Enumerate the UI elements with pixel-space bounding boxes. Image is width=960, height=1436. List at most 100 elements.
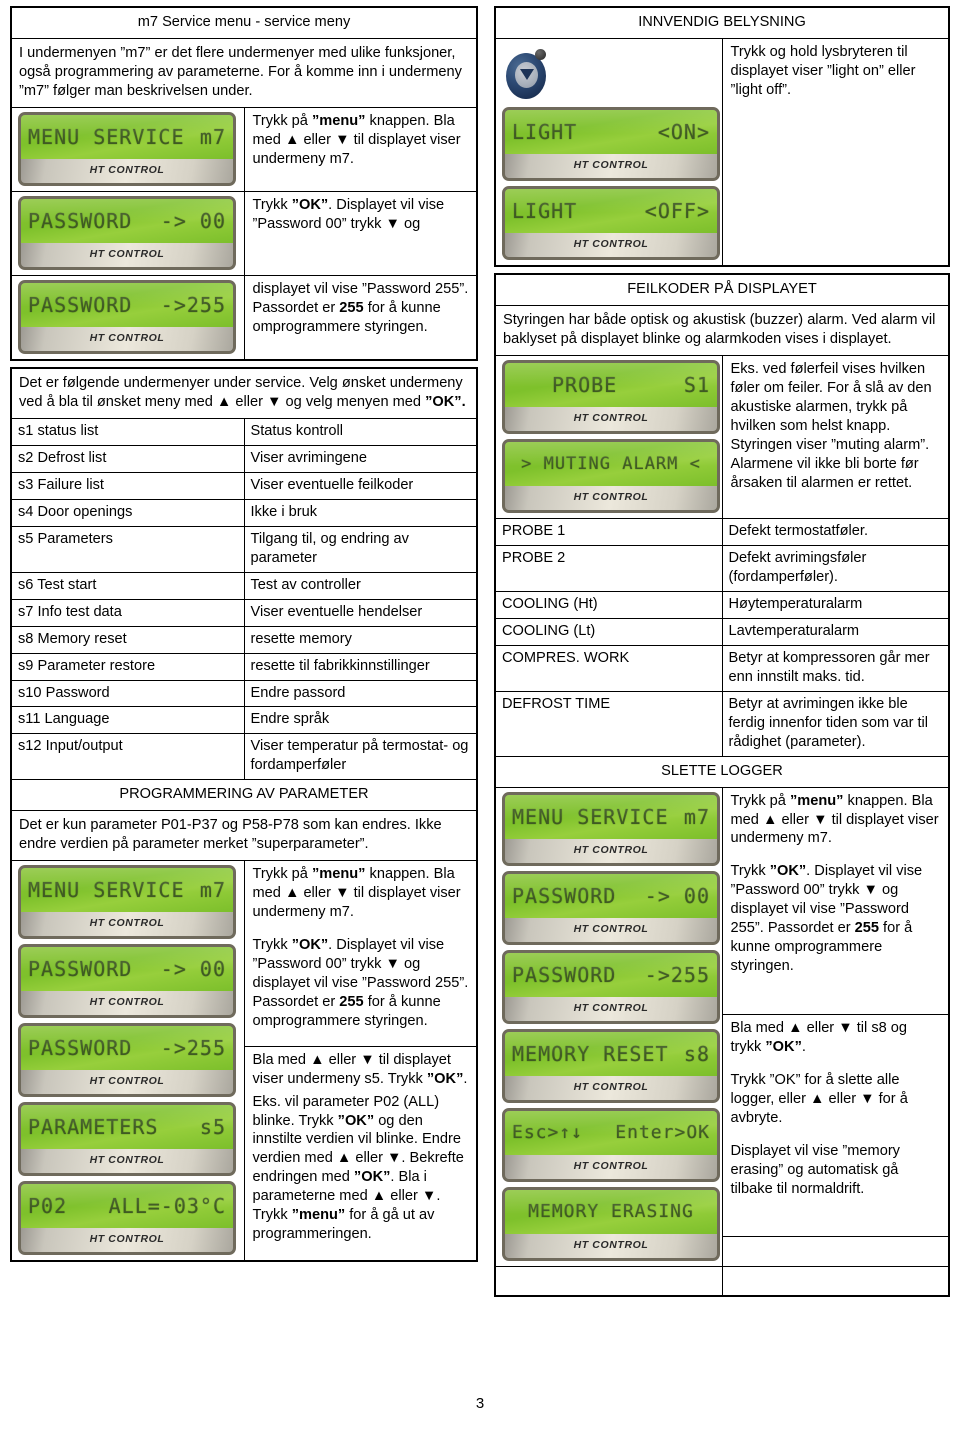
prog-p4-bold3: ”menu” xyxy=(291,1207,346,1224)
table-row: PROBE S1 HT CONTROL > MUTING ALARM < HT C… xyxy=(494,354,950,519)
switch-nub xyxy=(535,48,546,60)
lcd-screen: Esc>↑↓ Enter>OK xyxy=(505,1110,717,1155)
table-row: s7 Info test data Viser eventuelle hendel… xyxy=(10,598,478,627)
lcd-light-off: LIGHT <OFF> HT CONTROL xyxy=(502,185,720,260)
table-row: MENU SERVICE m7 HT CONTROL PASSWORD -> 00 … xyxy=(10,860,478,1262)
table-row: COOLING (Ht) Høytemperaturalarm xyxy=(494,590,950,619)
lcd-left-text: MENU SERVICE xyxy=(28,124,185,149)
lcd-line: MEMORY ERASING xyxy=(512,1200,710,1223)
programming-intro: Det er kun parameter P01-P37 og P58-P78 … xyxy=(10,810,478,862)
lcd-screen: MENU SERVICE m7 xyxy=(21,868,233,913)
table-row: Det er kun parameter P01-P37 og P58-P78 … xyxy=(10,810,478,862)
lcd-left-text: MEMORY ERASING xyxy=(528,1200,694,1222)
delete-logs-steps-2: Bla med ▲ eller ▼ til s8 og trykk ”OK”. … xyxy=(721,1013,950,1237)
delete-logs-steps-1: Trykk på ”menu” knappen. Bla med ▲ eller… xyxy=(721,786,950,1015)
lcd-brand-label: HT CONTROL xyxy=(505,1233,717,1258)
submenu-code: s10 Password xyxy=(10,679,245,708)
prog-p1-bold: ”menu” xyxy=(311,866,366,883)
m7-service-menu-table: m7 Service menu - service meny I underme… xyxy=(10,6,478,361)
lcd-screen: PASSWORD ->255 xyxy=(505,952,717,997)
log-step1: Trykk på ”menu” knappen. Bla med ▲ eller… xyxy=(731,792,942,849)
log-p2-bold: ”OK” xyxy=(769,863,807,880)
delete-logs-title: SLETTE LOGGER xyxy=(494,755,950,788)
m7-intro-text: I undermenyen ”m7” er det flere undermen… xyxy=(10,37,478,108)
lcd-right-text: -> 00 xyxy=(644,883,710,908)
lcd-brand-label: HT CONTROL xyxy=(21,1228,233,1253)
lcd-brand-label: HT CONTROL xyxy=(505,153,717,178)
footer-empty-right xyxy=(721,1265,950,1297)
lcd-left-text: PASSWORD xyxy=(28,292,133,317)
lcd-left-text: PASSWORD xyxy=(28,208,133,233)
m7-lcd-cell-2: PASSWORD -> 00 HT CONTROL xyxy=(10,190,245,276)
lcd-line: MENU SERVICE m7 xyxy=(28,124,226,150)
submenu-list-table: Det er følgende undermenyer under servic… xyxy=(10,366,478,1263)
lcd-left-text: P02 xyxy=(28,1194,68,1219)
fault-code: PROBE 2 xyxy=(494,544,723,592)
lcd-memory-reset-s8: MEMORY RESET s8 HT CONTROL xyxy=(502,1028,720,1103)
lcd-right-text: ALL=-03°C xyxy=(108,1194,226,1219)
m7-step2-text: Trykk ”OK”. Displayet vil vise ”Password… xyxy=(243,190,478,276)
lcd-line: > MUTING ALARM < xyxy=(512,453,710,475)
table-row: FEILKODER PÅ DISPLAYET xyxy=(494,273,950,306)
lcd-brand-label: HT CONTROL xyxy=(505,232,717,257)
switch-arrow-down xyxy=(520,68,534,80)
submenu-code: s5 Parameters xyxy=(10,525,245,573)
table-row: s9 Parameter restore resette til fabrikki… xyxy=(10,652,478,681)
submenu-code: s7 Info test data xyxy=(10,598,245,627)
m7-section-title: m7 Service menu - service meny xyxy=(10,6,478,39)
log-p3-prefix: Bla med ▲ eller ▼ til s8 og trykk xyxy=(730,1019,908,1055)
lcd-line: Esc>↑↓ Enter>OK xyxy=(512,1121,710,1144)
lcd-probe-s1: PROBE S1 HT CONTROL xyxy=(502,359,720,434)
fault-code: COOLING (Ht) xyxy=(494,590,723,619)
submenu-code: s2 Defrost list xyxy=(10,444,245,473)
lcd-right-text: ->255 xyxy=(160,292,226,317)
lcd-brand-label: HT CONTROL xyxy=(21,158,233,183)
submenu-code: s3 Failure list xyxy=(10,471,245,500)
lcd-left-text: Esc>↑↓ xyxy=(512,1121,584,1143)
delete-logs-lcd-stack: MENU SERVICE m7 HT CONTROL PASSWORD -> 00 … xyxy=(494,786,723,1267)
log-p3-rest: . xyxy=(801,1038,806,1055)
lcd-right-text: s8 xyxy=(683,1041,710,1066)
lcd-password-00: PASSWORD -> 00 HT CONTROL xyxy=(18,195,236,270)
lcd-right-text: ->255 xyxy=(160,1036,226,1061)
m7-step1-text: Trykk på ”menu” knappen. Bla med ▲ eller… xyxy=(243,106,478,192)
fault-codes-intro: Styringen har både optisk og akustisk (b… xyxy=(494,304,950,356)
prog-p2-bold: ”OK” xyxy=(291,937,329,954)
table-row: PROBE 2 Defekt avrimingsføler (fordamperf… xyxy=(494,544,950,592)
prog-p2-bold2: 255 xyxy=(339,994,364,1011)
m7-lcd-cell-3: PASSWORD ->255 HT CONTROL xyxy=(10,274,245,361)
log-step4: Trykk ”OK” for å slette alle logger, ell… xyxy=(730,1071,908,1126)
step3-bold: 255 xyxy=(339,299,364,316)
table-row: PASSWORD -> 00 HT CONTROL Trykk ”OK”. Dis… xyxy=(10,190,478,276)
fault-desc: Høytemperaturalarm xyxy=(721,590,950,619)
lcd-right-text: m7 xyxy=(683,804,710,829)
lcd-screen: P02 ALL=-03°C xyxy=(21,1184,233,1229)
submenu-intro-text: Det er følgende undermenyer under servic… xyxy=(19,374,463,410)
submenu-desc: Endre passord xyxy=(243,679,478,708)
lcd-line: PROBE S1 xyxy=(512,372,710,398)
lcd-left-text: PARAMETERS xyxy=(28,1115,159,1140)
lcd-password-255: PASSWORD ->255 HT CONTROL xyxy=(18,1023,236,1098)
table-row: s5 Parameters Tilgang til, og endring av … xyxy=(10,525,478,573)
lcd-right-text: S1 xyxy=(683,372,710,397)
fault-desc: Defekt avrimingsføler (fordamperføler). xyxy=(721,544,950,592)
lcd-esc-enter-ok: Esc>↑↓ Enter>OK HT CONTROL xyxy=(502,1107,720,1182)
lcd-line: PASSWORD ->255 xyxy=(28,1035,226,1061)
lcd-line: PASSWORD ->255 xyxy=(28,292,226,318)
log-step2: Trykk ”OK”. Displayet vil vise ”Password… xyxy=(731,862,942,976)
lcd-left-text: LIGHT xyxy=(512,198,578,223)
submenu-desc: resette til fabrikkinnstillinger xyxy=(243,652,478,681)
table-row: Styringen har både optisk og akustisk (b… xyxy=(494,304,950,356)
fault-desc: Defekt termostatføler. xyxy=(721,517,950,546)
submenu-code: s1 status list xyxy=(10,417,245,446)
submenu-desc: Tilgang til, og endring av parameter xyxy=(243,525,478,573)
lcd-right-text: Enter>OK xyxy=(615,1121,710,1143)
submenu-code: s12 Input/output xyxy=(10,733,245,781)
table-row: INNVENDIG BELYSNING xyxy=(494,6,950,39)
lcd-password-255: PASSWORD ->255 HT CONTROL xyxy=(502,949,720,1024)
prog-step1: Trykk på ”menu” knappen. Bla med ▲ eller… xyxy=(253,865,470,922)
submenu-code: s9 Parameter restore xyxy=(10,652,245,681)
prog-p2-prefix: Trykk xyxy=(252,937,292,954)
table-row: PROBE 1 Defekt termostatføler. xyxy=(494,517,950,546)
lcd-brand-label: HT CONTROL xyxy=(505,1075,717,1100)
